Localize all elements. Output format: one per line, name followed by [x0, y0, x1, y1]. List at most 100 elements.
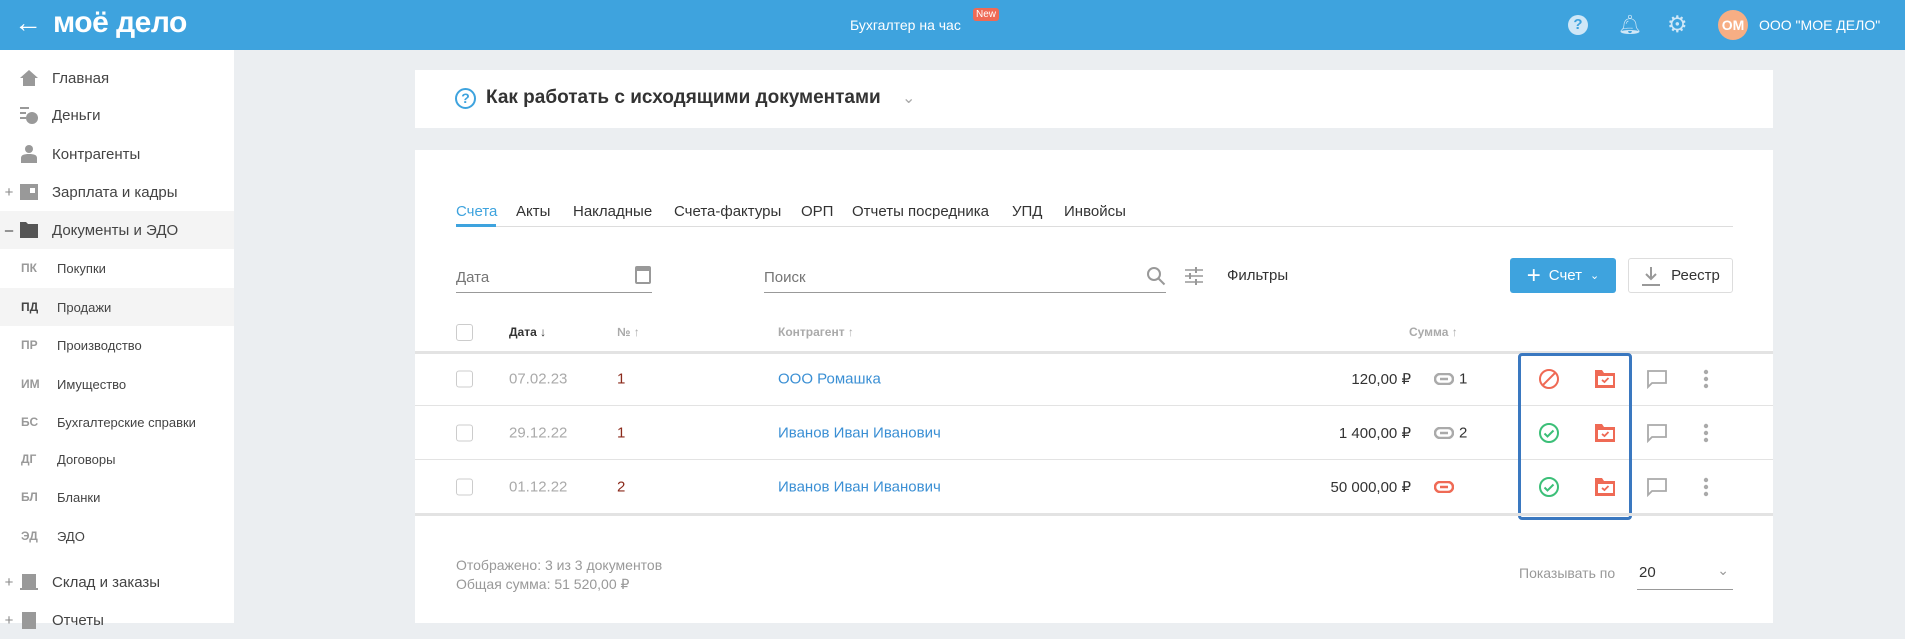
sidebar-item-label: Зарплата и кадры — [52, 183, 178, 201]
calendar-icon[interactable] — [635, 266, 651, 284]
sidebar-item-label: Отчеты — [52, 611, 104, 629]
person-icon — [18, 144, 40, 164]
tab-orp[interactable]: ОРП — [801, 203, 833, 220]
tab-acts[interactable]: Акты — [516, 203, 550, 220]
page-size-label: Показывать по — [1519, 565, 1616, 581]
gear-icon[interactable]: ⚙ — [1667, 11, 1688, 38]
bell-icon[interactable]: 🔔︎ — [1618, 13, 1642, 37]
tabs-divider — [456, 226, 1733, 227]
create-invoice-button[interactable]: + Счет ⌄ — [1510, 258, 1616, 293]
search-input[interactable] — [764, 262, 1166, 293]
sidebar-item-warehouse[interactable]: + Склад и заказы — [0, 563, 234, 601]
back-arrow-icon[interactable]: ← — [14, 7, 42, 39]
wallet-icon — [18, 182, 40, 202]
sort-contractor[interactable]: Контрагент ↑ — [778, 325, 854, 339]
linked-docs-count: 1 — [1459, 370, 1468, 387]
linked-docs-count: 2 — [1459, 424, 1468, 441]
tab-agent-reports[interactable]: Отчеты посредника — [852, 203, 989, 220]
help-panel[interactable]: ? Как работать с исходящими документами … — [415, 70, 1773, 128]
row-contractor-link[interactable]: Иванов Иван Иванович — [778, 424, 941, 441]
row-checkbox[interactable] — [456, 424, 473, 441]
sidebar-subitem-forms[interactable]: БЛ Бланки — [0, 478, 234, 516]
row-contractor-link[interactable]: Иванов Иван Иванович — [778, 478, 941, 495]
sidebar-subitem-purchases[interactable]: ПК Покупки — [0, 249, 234, 287]
subitem-label: Бухгалтерские справки — [57, 414, 196, 430]
row-number: 1 — [617, 424, 626, 441]
search-icon[interactable] — [1146, 266, 1166, 286]
comment-icon[interactable] — [1646, 477, 1668, 497]
expand-toggle[interactable]: + — [0, 574, 18, 591]
collapse-toggle[interactable]: – — [0, 222, 18, 239]
row-number: 1 — [617, 370, 626, 387]
row-date: 07.02.23 — [509, 370, 568, 387]
sidebar-item-salary[interactable]: + Зарплата и кадры — [0, 173, 234, 211]
expand-toggle[interactable]: + — [0, 184, 18, 201]
subitem-label: Производство — [57, 337, 142, 353]
sidebar-item-contractors[interactable]: Контрагенты — [0, 135, 234, 173]
sidebar-item-money[interactable]: Деньги — [0, 96, 234, 134]
active-tab-indicator — [456, 224, 496, 227]
subitem-label: Продажи — [57, 299, 112, 315]
accountant-link[interactable]: Бухгалтер на час — [850, 17, 961, 33]
sidebar-item-label: Деньги — [52, 106, 101, 124]
sidebar-subitem-property[interactable]: ИМ Имущество — [0, 365, 234, 403]
sidebar-subitem-accounting-notes[interactable]: БС Бухгалтерские справки — [0, 403, 234, 441]
row-checkbox[interactable] — [456, 478, 473, 495]
tab-vat-invoices[interactable]: Счета-фактуры — [674, 203, 781, 220]
top-bar: ← моё дело Бухгалтер на час New ? 🔔︎ ⚙ О… — [0, 0, 1905, 50]
tab-waybills[interactable]: Накладные — [573, 203, 652, 220]
date-input[interactable] — [456, 262, 652, 293]
subitem-label: Имущество — [57, 376, 127, 392]
sidebar-subitem-sales[interactable]: ПД Продажи — [0, 288, 234, 326]
more-options-icon[interactable] — [1703, 477, 1709, 497]
shown-count: Отображено: 3 из 3 документов — [456, 557, 663, 573]
link-icon[interactable] — [1434, 426, 1454, 439]
sidebar-item-documents[interactable]: – Документы и ЭДО — [0, 211, 234, 249]
tab-invoices[interactable]: Счета — [456, 203, 497, 220]
subitem-abbr: БС — [21, 415, 39, 429]
avatar[interactable]: ОМ — [1718, 10, 1748, 40]
help-title[interactable]: Как работать с исходящими документами — [486, 87, 881, 109]
sidebar-item-reports[interactable]: + Отчеты — [0, 601, 234, 639]
sidebar-subitem-edo[interactable]: ЭД ЭДО — [0, 517, 234, 555]
total-sum: Общая сумма: 51 520,00 ₽ — [456, 576, 630, 592]
filter-sliders-icon[interactable] — [1184, 267, 1204, 285]
subitem-abbr: ДГ — [21, 452, 37, 466]
filters-button[interactable]: Фильтры — [1227, 267, 1288, 284]
chevron-down-icon[interactable]: ⌄ — [902, 88, 915, 108]
subitem-abbr: ИМ — [21, 377, 40, 391]
sidebar-subitem-production[interactable]: ПР Производство — [0, 326, 234, 364]
download-icon — [1642, 266, 1661, 286]
help-icon[interactable]: ? — [1568, 15, 1588, 35]
sidebar-subitem-contracts[interactable]: ДГ Договоры — [0, 440, 234, 478]
row-checkbox[interactable] — [456, 370, 473, 387]
plus-icon: + — [1526, 261, 1541, 289]
more-options-icon[interactable] — [1703, 369, 1709, 389]
page-size-value: 20 — [1639, 564, 1656, 581]
comment-icon[interactable] — [1646, 369, 1668, 389]
sidebar-item-label: Главная — [52, 69, 110, 87]
sort-sum[interactable]: Сумма ↑ — [1409, 325, 1458, 339]
sort-number[interactable]: № ↑ — [617, 325, 640, 339]
tab-foreign-invoices[interactable]: Инвойсы — [1064, 203, 1126, 220]
link-icon[interactable] — [1434, 372, 1454, 385]
sort-date[interactable]: Дата ↓ — [509, 325, 546, 339]
link-icon[interactable] — [1434, 480, 1454, 493]
create-invoice-label: Счет — [1548, 267, 1582, 284]
select-all-checkbox[interactable] — [456, 324, 473, 341]
subitem-label: Покупки — [57, 260, 106, 276]
row-contractor-link[interactable]: ООО Ромашка — [778, 370, 881, 387]
page-size-select[interactable]: 20 ⌄ — [1637, 558, 1733, 590]
subitem-abbr: ПД — [21, 300, 39, 314]
new-badge: New — [973, 8, 1000, 21]
comment-icon[interactable] — [1646, 423, 1668, 443]
sidebar-item-home[interactable]: Главная — [0, 59, 234, 97]
brand-logo[interactable]: моё дело — [53, 6, 187, 40]
subitem-abbr: ПР — [21, 338, 38, 352]
tab-upd[interactable]: УПД — [1012, 203, 1042, 220]
table-bottom-divider — [415, 513, 1773, 516]
company-name[interactable]: ООО "МОЕ ДЕЛО" — [1759, 17, 1880, 33]
registry-button[interactable]: Реестр — [1628, 258, 1733, 293]
expand-toggle[interactable]: + — [0, 612, 18, 629]
more-options-icon[interactable] — [1703, 423, 1709, 443]
